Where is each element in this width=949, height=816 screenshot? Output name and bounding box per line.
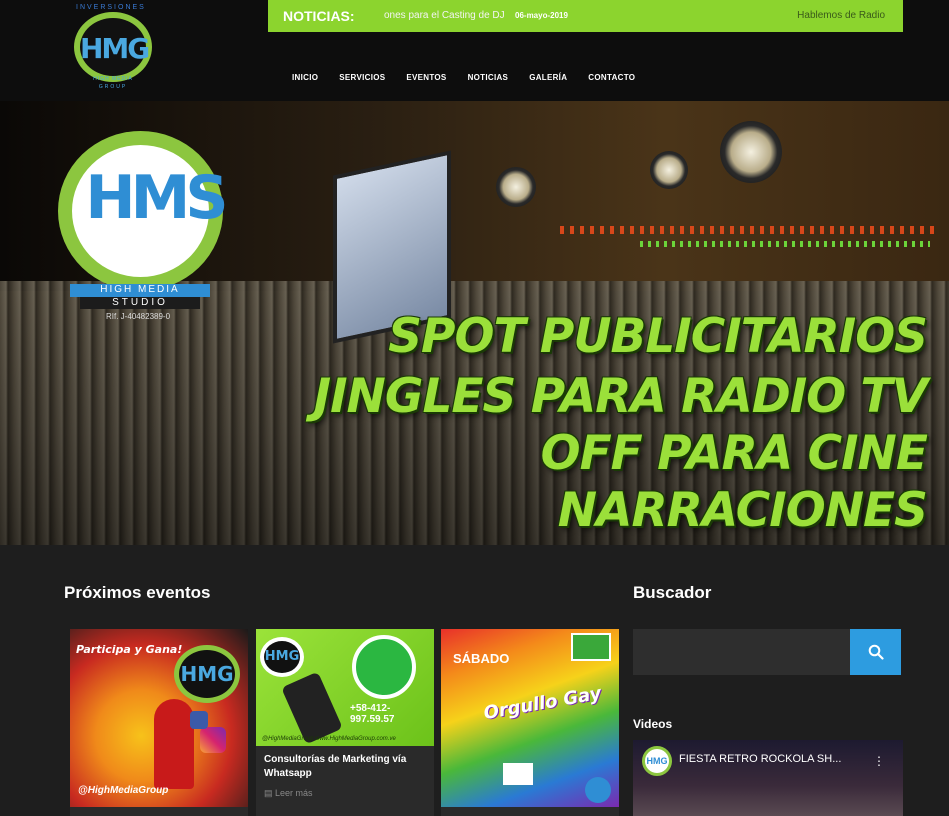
site-header: INVERSIONES HMG HIGH MEDIA GROUP NOTICIA… (0, 0, 949, 101)
nav-galeria[interactable]: GALERÍA (529, 73, 567, 82)
hms-band-studio: STUDIO (80, 297, 200, 309)
event-thumbnail[interactable]: Participa y Gana! HMG @HighMediaGroup (70, 629, 248, 807)
hmg-logo-icon: HMG (260, 637, 304, 677)
sponsor-logo (503, 763, 533, 785)
nav-inicio[interactable]: INICIO (292, 73, 318, 82)
whatsapp-icon (352, 635, 416, 699)
event-card[interactable]: HMG +58-412-997.59.57 @HighMediaGroup ww… (256, 629, 434, 816)
ticker-next-headline[interactable]: Hablemos de Radio (797, 10, 885, 21)
hms-logo: HMS HIGH MEDIA STUDIO RIf. J-40482389-0 (58, 131, 229, 321)
nav-servicios[interactable]: SERVICIOS (339, 73, 385, 82)
console-lights (560, 226, 940, 234)
hms-band-high-media: HIGH MEDIA (70, 284, 210, 297)
logo-subtitle-2: GROUP (98, 84, 128, 90)
content-area: Próximos eventos Participa y Gana! HMG @… (0, 545, 949, 816)
document-icon: ▤ (264, 788, 276, 798)
logo-top-text: INVERSIONES (76, 4, 146, 11)
events-title: Próximos eventos (64, 583, 211, 602)
event-thumbnail[interactable]: SÁBADO Orgullo Gay (441, 629, 619, 807)
read-more-label: Leer más (275, 788, 313, 798)
event-thumb-headline: Orgullo Gay (482, 682, 603, 725)
hero-line-1: SPOT PUBLICITARIOS (388, 309, 928, 364)
ticker-label: NOTICIAS: (283, 8, 355, 24)
hmg-logo-icon (585, 777, 611, 803)
plaza-club-logo (571, 633, 611, 661)
search-icon (868, 644, 884, 660)
channel-avatar[interactable]: HMG (642, 746, 672, 776)
nav-contacto[interactable]: CONTACTO (588, 73, 635, 82)
event-thumb-url: @HighMediaGroup www.HighMediaGroup.com.v… (262, 736, 396, 742)
logo-ring: HMG (74, 12, 152, 82)
hmg-logo-icon: HMG (174, 645, 240, 703)
ticker-date: 06-mayo-2019 (515, 11, 568, 20)
studio-speaker (496, 167, 536, 207)
studio-speaker (650, 151, 688, 189)
videos-label: Videos (633, 717, 673, 731)
instagram-icon (200, 727, 226, 753)
hero-line-3: OFF PARA CINE (540, 426, 928, 481)
video-title[interactable]: FIESTA RETRO ROCKOLA SH... (679, 753, 841, 765)
hero-line-2: JINGLES PARA RADIO TV (313, 369, 928, 424)
facebook-icon (190, 711, 208, 729)
main-nav: INICIO SERVICIOS EVENTOS NOTICIAS GALERÍ… (292, 73, 656, 82)
video-embed[interactable]: HMG FIESTA RETRO ROCKOLA SH... ⋮ (633, 740, 903, 816)
event-thumb-day: SÁBADO (453, 651, 510, 666)
news-ticker: NOTICIAS: ones para el Casting de DJ 06-… (268, 0, 903, 32)
whatsapp-number: +58-412-997.59.57 (350, 703, 395, 725)
phone-icon (281, 671, 343, 745)
console-lights-green (640, 241, 930, 247)
hero-line-4: NARRACIONES (557, 483, 928, 538)
hms-logo-text: HMS (85, 163, 228, 233)
event-title[interactable]: Consultorías de Marketing vía Whatsapp (264, 753, 429, 781)
more-options-icon[interactable]: ⋮ (873, 754, 885, 768)
hmg-logo[interactable]: INVERSIONES HMG HIGH MEDIA GROUP (68, 4, 158, 96)
event-thumbnail[interactable]: HMG +58-412-997.59.57 @HighMediaGroup ww… (256, 629, 434, 746)
event-thumb-headline: Participa y Gana! (76, 643, 183, 656)
read-more-link[interactable]: ▤ Leer más (264, 788, 313, 799)
hero-banner: HMS HIGH MEDIA STUDIO RIf. J-40482389-0 … (0, 101, 949, 545)
nav-noticias[interactable]: NOTICIAS (468, 73, 509, 82)
event-card[interactable]: Participa y Gana! HMG @HighMediaGroup (70, 629, 248, 816)
search-button[interactable] (850, 629, 901, 675)
hms-rif: RIf. J-40482389-0 (106, 312, 171, 321)
person-figure (154, 699, 194, 789)
hms-logo-ring: HMS (58, 131, 229, 291)
event-card[interactable]: SÁBADO Orgullo Gay (441, 629, 619, 816)
studio-speaker (720, 121, 782, 183)
search-title: Buscador (633, 583, 712, 602)
logo-text: HMG (80, 32, 150, 65)
search-input[interactable] (633, 629, 850, 675)
ticker-headline[interactable]: ones para el Casting de DJ (384, 10, 505, 21)
logo-subtitle: HIGH MEDIA (93, 76, 133, 82)
event-thumb-handle: @HighMediaGroup (78, 785, 169, 796)
nav-eventos[interactable]: EVENTOS (406, 73, 446, 82)
